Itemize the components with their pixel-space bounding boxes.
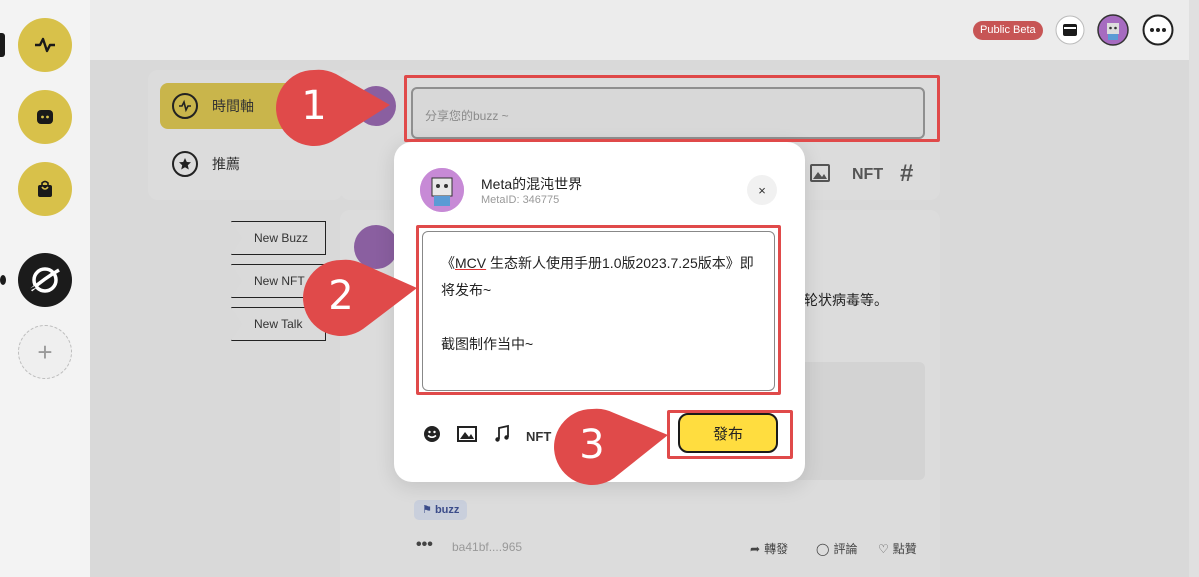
repost-button[interactable]: ➦ 轉發 (750, 540, 788, 557)
nav-item-label: 推薦 (212, 156, 240, 172)
user-avatar-button[interactable] (1097, 14, 1129, 46)
highlight-box-input (404, 75, 940, 142)
avatar-icon (1097, 14, 1129, 46)
modal-user-avatar (420, 168, 464, 212)
step-number: 2 (328, 273, 354, 319)
step-number: 1 (301, 83, 327, 129)
chat-button[interactable] (18, 90, 72, 144)
community-button[interactable] (18, 253, 72, 307)
post-tag-chip[interactable]: ⚑ buzz (414, 500, 468, 520)
plus-icon: + (37, 336, 53, 367)
chat-icon (37, 110, 53, 124)
image-icon[interactable] (456, 424, 478, 449)
repost-label: 轉發 (764, 542, 789, 556)
nav-item-label: 時間軸 (212, 98, 254, 114)
modal-meta-id: MetaID: 346775 (481, 194, 560, 206)
step-marker-2: 2 (303, 258, 417, 336)
modal-user-name: Meta的混沌世界 (481, 176, 583, 192)
like-label: 點贊 (892, 542, 917, 556)
activity-button[interactable] (18, 18, 72, 72)
page-scrollbar[interactable] (1189, 0, 1199, 577)
emoji-icon[interactable] (422, 424, 442, 449)
music-icon[interactable] (492, 424, 512, 449)
post-more-button[interactable]: ••• (416, 536, 433, 554)
pulse-icon (35, 37, 55, 53)
heart-icon: ♡ (878, 541, 889, 556)
public-beta-badge: Public Beta (973, 21, 1043, 40)
like-button[interactable]: ♡ 點贊 (878, 540, 917, 557)
highlight-box-publish (667, 410, 793, 459)
modal-nft-button[interactable]: NFT (526, 429, 551, 444)
flag-icon: ⚑ (422, 504, 432, 516)
image-icon[interactable] (809, 162, 831, 189)
planet-ring-icon (28, 267, 60, 293)
new-buzz-button[interactable]: New Buzz (231, 221, 326, 255)
post-tag-label: buzz (434, 504, 460, 516)
shop-button[interactable] (18, 162, 72, 216)
more-icon (1142, 14, 1174, 46)
comment-icon: ◯ (816, 541, 830, 556)
shopping-bag-icon (38, 180, 52, 197)
post-hash[interactable]: ba41bf....965 (452, 540, 522, 554)
step-marker-1: 1 (276, 68, 390, 146)
pulse-circle-icon (172, 93, 198, 119)
comment-label: 評論 (833, 542, 858, 556)
comment-button[interactable]: ◯ 評論 (816, 540, 857, 557)
close-icon: × (758, 182, 766, 198)
wallet-icon (1055, 15, 1085, 45)
modal-close-button[interactable]: × (747, 175, 777, 205)
more-menu-button[interactable] (1142, 14, 1174, 46)
step-marker-3: 3 (554, 407, 668, 485)
modal-toolbar: NFT (422, 424, 551, 449)
rail-active-indicator (0, 33, 5, 57)
composer-nft-button[interactable]: NFT (852, 166, 883, 184)
left-rail: + (0, 0, 90, 577)
rail-dot-indicator (0, 275, 6, 285)
share-icon: ➦ (750, 541, 761, 556)
add-community-button[interactable]: + (18, 325, 72, 379)
hashtag-button[interactable]: # (900, 160, 913, 188)
wallet-button[interactable] (1054, 14, 1086, 46)
star-circle-icon (172, 151, 198, 177)
step-number: 3 (579, 422, 605, 468)
highlight-box-textarea (416, 225, 781, 395)
